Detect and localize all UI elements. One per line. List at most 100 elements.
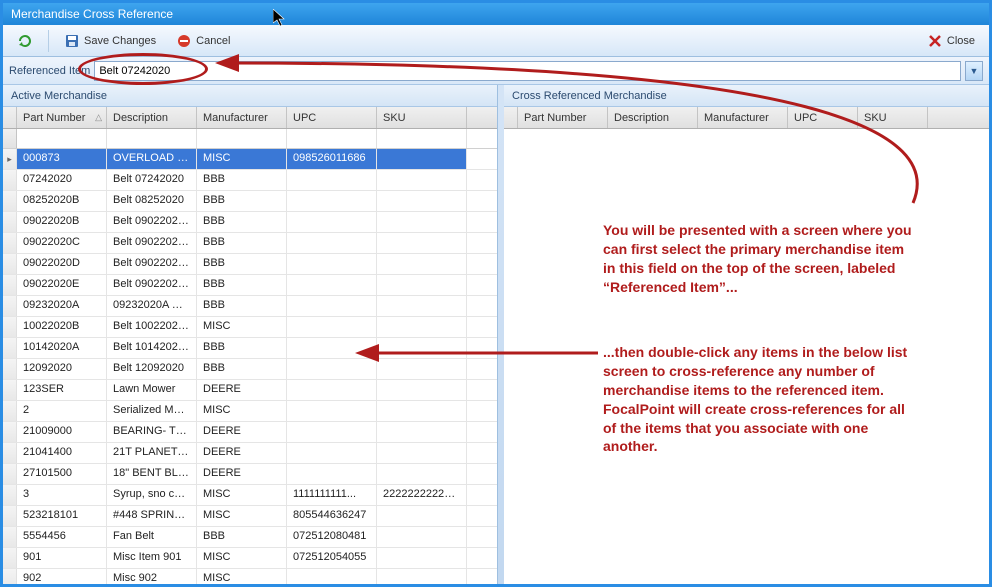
- col-upc[interactable]: UPC: [287, 107, 377, 128]
- cell-manu: BBB: [197, 527, 287, 547]
- cell-desc: Misc Item 901: [107, 548, 197, 568]
- table-row[interactable]: 3Syrup, sno coneMISC1111111111...2222222…: [3, 485, 497, 506]
- cell-sku: [377, 569, 467, 584]
- cell-upc: [287, 380, 377, 400]
- cell-part: 12092020: [17, 359, 107, 379]
- cell-desc: Belt 10142020A: [107, 338, 197, 358]
- left-grid-header: Part Number△ Description Manufacturer UP…: [3, 107, 497, 129]
- row-header-corner: [3, 107, 17, 128]
- cell-upc: [287, 359, 377, 379]
- cell-manu: MISC: [197, 548, 287, 568]
- cell-desc: Serialized Merch: [107, 401, 197, 421]
- titlebar: Merchandise Cross Reference: [3, 3, 989, 25]
- cell-manu: BBB: [197, 233, 287, 253]
- refresh-button[interactable]: [9, 30, 41, 52]
- table-row[interactable]: 09232020A09232020A BeltBBB: [3, 296, 497, 317]
- referenced-item-dropdown[interactable]: ▼: [965, 61, 983, 81]
- cell-manu: MISC: [197, 506, 287, 526]
- cell-sku: [377, 149, 467, 169]
- col-sku[interactable]: SKU: [377, 107, 467, 128]
- right-grid-body[interactable]: [504, 129, 989, 584]
- table-row[interactable]: 12092020Belt 12092020BBB: [3, 359, 497, 380]
- filter-row[interactable]: [3, 129, 497, 149]
- col-description[interactable]: Description: [107, 107, 197, 128]
- row-indicator: [3, 254, 17, 274]
- close-label: Close: [947, 35, 975, 47]
- table-row[interactable]: 09022020EBelt 09022020EBBB: [3, 275, 497, 296]
- table-row[interactable]: 09022020DBelt 09022020DBBB: [3, 254, 497, 275]
- cell-part: 27101500: [17, 464, 107, 484]
- cell-desc: Belt 08252020: [107, 191, 197, 211]
- table-row[interactable]: 09022020BBelt 09022020BBBB: [3, 212, 497, 233]
- cell-part: 902: [17, 569, 107, 584]
- cell-manu: BBB: [197, 254, 287, 274]
- table-row[interactable]: 901Misc Item 901MISC072512054055: [3, 548, 497, 569]
- col-manufacturer-r[interactable]: Manufacturer: [698, 107, 788, 128]
- table-row[interactable]: 10022020BBelt 10022020BMISC: [3, 317, 497, 338]
- table-row[interactable]: 09022020CBelt 09022020CBBB: [3, 233, 497, 254]
- cell-part: 2: [17, 401, 107, 421]
- row-indicator: [3, 317, 17, 337]
- mouse-cursor-icon: [273, 9, 289, 29]
- toolbar-separator: [48, 30, 49, 52]
- cell-manu: DEERE: [197, 464, 287, 484]
- cell-manu: BBB: [197, 338, 287, 358]
- cell-part: 09022020B: [17, 212, 107, 232]
- col-upc-r[interactable]: UPC: [788, 107, 858, 128]
- close-button[interactable]: Close: [919, 30, 983, 52]
- table-row[interactable]: 08252020BBelt 08252020BBB: [3, 191, 497, 212]
- cell-upc: 805544636247: [287, 506, 377, 526]
- row-header-corner-r: [504, 107, 518, 128]
- cell-desc: 21T PLANET G...: [107, 443, 197, 463]
- row-indicator: [3, 485, 17, 505]
- col-sku-r[interactable]: SKU: [858, 107, 928, 128]
- cell-part: 000873: [17, 149, 107, 169]
- cell-upc: [287, 464, 377, 484]
- col-manufacturer[interactable]: Manufacturer: [197, 107, 287, 128]
- cell-sku: [377, 506, 467, 526]
- cell-sku: [377, 443, 467, 463]
- cancel-label: Cancel: [196, 35, 230, 47]
- panels-container: Active Merchandise Part Number△ Descript…: [3, 85, 989, 584]
- table-row[interactable]: 902Misc 902MISC: [3, 569, 497, 584]
- table-row[interactable]: 2Serialized MerchMISC: [3, 401, 497, 422]
- cell-part: 09022020E: [17, 275, 107, 295]
- cell-part: 09232020A: [17, 296, 107, 316]
- table-row[interactable]: 21009000BEARING- THR...DEERE: [3, 422, 497, 443]
- table-row[interactable]: ▸000873OVERLOAD 1....MISC098526011686: [3, 149, 497, 170]
- table-row[interactable]: 523218101#448 SPRING ...MISC805544636247: [3, 506, 497, 527]
- referenced-item-input[interactable]: [94, 61, 961, 81]
- row-indicator: [3, 464, 17, 484]
- cell-manu: BBB: [197, 191, 287, 211]
- cell-sku: [377, 401, 467, 421]
- cell-manu: BBB: [197, 296, 287, 316]
- cell-manu: BBB: [197, 359, 287, 379]
- col-description-r[interactable]: Description: [608, 107, 698, 128]
- cell-sku: [377, 527, 467, 547]
- cell-upc: [287, 275, 377, 295]
- cell-sku: [377, 338, 467, 358]
- table-row[interactable]: 2710150018" BENT BLAD...DEERE: [3, 464, 497, 485]
- col-part-number-r[interactable]: Part Number: [518, 107, 608, 128]
- cancel-button[interactable]: Cancel: [168, 30, 238, 52]
- cell-sku: [377, 212, 467, 232]
- col-part-number[interactable]: Part Number△: [17, 107, 107, 128]
- table-row[interactable]: 123SERLawn MowerDEERE: [3, 380, 497, 401]
- table-row[interactable]: 5554456Fan BeltBBB072512080481: [3, 527, 497, 548]
- cell-upc: [287, 296, 377, 316]
- cell-part: 21009000: [17, 422, 107, 442]
- save-button[interactable]: Save Changes: [56, 30, 164, 52]
- cell-upc: 098526011686: [287, 149, 377, 169]
- cell-part: 5554456: [17, 527, 107, 547]
- row-indicator: [3, 359, 17, 379]
- table-row[interactable]: 07242020Belt 07242020BBB: [3, 170, 497, 191]
- row-indicator: [3, 275, 17, 295]
- cell-sku: [377, 317, 467, 337]
- cell-sku: [377, 170, 467, 190]
- table-row[interactable]: 2104140021T PLANET G...DEERE: [3, 443, 497, 464]
- table-row[interactable]: 10142020ABelt 10142020ABBB: [3, 338, 497, 359]
- cell-upc: [287, 338, 377, 358]
- left-grid-body[interactable]: ▸000873OVERLOAD 1....MISC098526011686072…: [3, 149, 497, 584]
- row-indicator: [3, 569, 17, 584]
- cell-desc: Fan Belt: [107, 527, 197, 547]
